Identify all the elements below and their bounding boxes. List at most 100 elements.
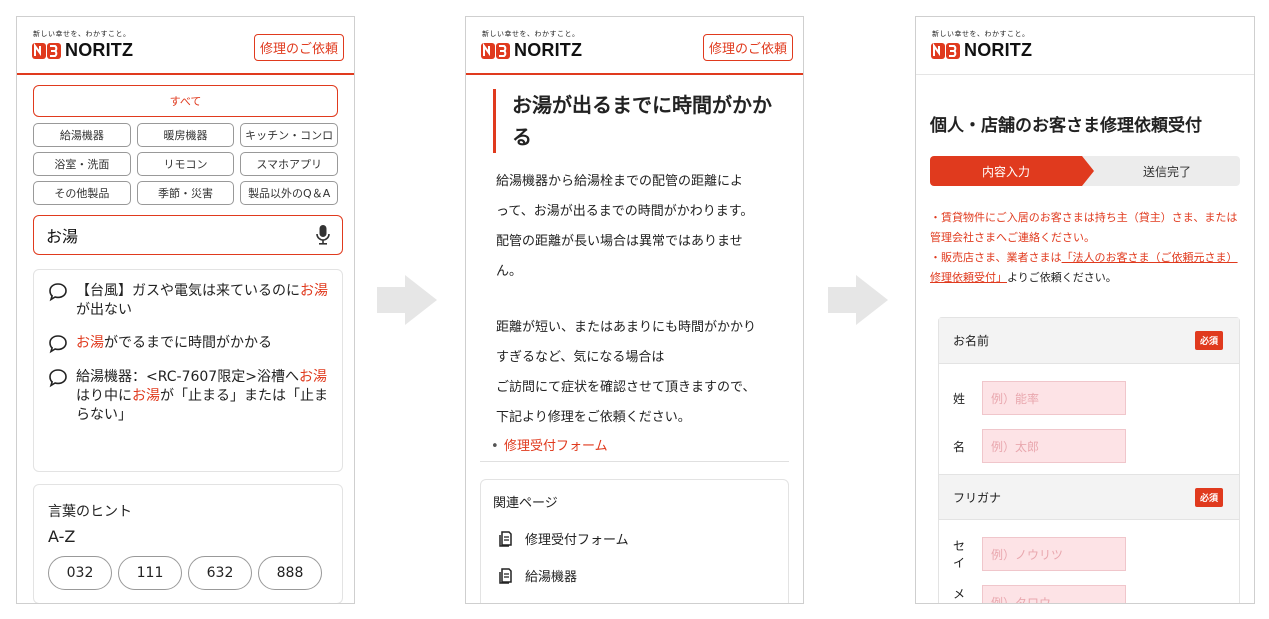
hint-subtitle: A-Z	[48, 527, 76, 546]
suggestion-highlight: お湯	[298, 369, 327, 385]
kana-label: フリガナ	[953, 490, 1002, 505]
answer-line: ご訪問にて症状を確認させて頂きますので、	[496, 380, 756, 395]
search-input[interactable]: お湯	[33, 215, 343, 255]
notice-dealer: ・販売店さま、業者さまは「法人のお客さま（ご依頼元さま）修理依頼受付」よりご依頼…	[930, 248, 1240, 288]
step-current: 内容入力	[930, 156, 1094, 186]
hint-number-button[interactable]: 888	[258, 556, 322, 590]
category-button[interactable]: スマホアプリ	[240, 152, 338, 176]
step-next: 送信完了	[1082, 156, 1240, 186]
answer-line: 距離が短い、またはあまりにも時間がかかり	[496, 320, 757, 335]
sei-kana-label: セイ	[953, 539, 966, 570]
noritz-logo-icon	[481, 42, 510, 59]
notice-text: ・販売店さま、業者さまは	[930, 251, 1062, 264]
category-button[interactable]: 製品以外のQ＆A	[240, 181, 338, 205]
hint-number-list: 032 111 632 888	[48, 556, 328, 590]
noritz-logo[interactable]: NORITZ	[481, 40, 582, 61]
answer-line: って、お湯が出るまでの時間がかわります。	[496, 204, 754, 219]
suggestion-list: 【台風】ガスや電気は来ているのにお湯が出ない お湯がでるまでに時間がかかる 給湯…	[33, 269, 343, 472]
noritz-logo[interactable]: NORITZ	[931, 40, 1032, 61]
answer-title: お湯が出るまでに時間がかかる	[493, 89, 783, 153]
flow-arrow-icon	[828, 275, 888, 325]
repair-form-link[interactable]: 修理受付フォーム	[491, 433, 803, 461]
brand-name: NORITZ	[964, 40, 1033, 60]
site-header: 新しい幸せを、わかすこと。 NORITZ	[916, 17, 1254, 75]
sei-kana-row: セイ 例）ノウリツ	[939, 530, 1239, 578]
sei-label: 姓	[953, 391, 966, 406]
site-header: 新しい幸せを、わかすこと。 NORITZ 修理のご依頼	[17, 17, 354, 75]
answer-line: ん。	[496, 264, 523, 279]
screen-search: 新しい幸せを、わかすこと。 NORITZ 修理のご依頼 すべて 給湯機器 暖房機…	[16, 16, 355, 604]
mei-label: 名	[953, 439, 966, 454]
category-all-button[interactable]: すべて	[33, 85, 338, 117]
form-title: 個人・店舗のお客さま修理依頼受付	[930, 116, 1202, 136]
noritz-logo[interactable]: NORITZ	[32, 40, 133, 61]
suggestion-highlight: お湯	[300, 283, 328, 299]
category-button[interactable]: リモコン	[136, 152, 235, 176]
name-form: お名前 必須 姓 例）能率 名 例）太郎 フリガナ 必須 セイ 例）ノウリツ メ…	[938, 317, 1240, 603]
answer-body: 給湯機器から給湯栓までの配管の距離によ って、お湯が出るまでの時間がかわります。…	[496, 167, 787, 433]
mei-kana-label: メイ	[953, 587, 966, 601]
brand-name: NORITZ	[514, 40, 583, 60]
suggestion-text: がでるまでに時間がかかる	[104, 335, 272, 351]
category-button[interactable]: キッチン・コンロ	[240, 123, 338, 147]
related-link[interactable]: 修理受付フォーム	[493, 529, 776, 548]
related-pages: 関連ページ 修理受付フォーム 給湯機器	[480, 479, 789, 603]
brand-name: NORITZ	[65, 40, 134, 60]
notice-text: よりご依頼ください。	[1007, 271, 1117, 284]
category-button[interactable]: 浴室・洗面	[33, 152, 131, 176]
suggestion-item[interactable]: お湯がでるまでに時間がかかる	[48, 334, 328, 354]
mei-input[interactable]: 例）太郎	[982, 429, 1126, 463]
answer-line: 給湯機器から給湯栓までの配管の距離によ	[496, 174, 744, 189]
suggestion-highlight: お湯	[76, 335, 104, 351]
category-button[interactable]: 給湯機器	[33, 123, 131, 147]
word-hint-panel: 言葉のヒント A-Z 032 111 632 888	[33, 484, 343, 603]
speech-bubble-icon	[49, 283, 67, 302]
speech-bubble-icon	[49, 369, 67, 388]
sei-kana-input[interactable]: 例）ノウリツ	[982, 537, 1126, 571]
category-button[interactable]: その他製品	[33, 181, 131, 205]
brand-tagline: 新しい幸せを、わかすこと。	[33, 30, 131, 38]
repair-request-button[interactable]: 修理のご依頼	[702, 34, 793, 61]
noritz-logo-icon	[931, 42, 960, 59]
microphone-icon[interactable]	[316, 225, 330, 245]
suggestion-item[interactable]: 給湯機器：<RC-7607限定>浴槽へお湯はり中にお湯が「止まる」または「止まら…	[48, 368, 328, 425]
speech-bubble-icon	[49, 335, 67, 354]
suggestion-text: が出ない	[76, 302, 132, 318]
search-query: お湯	[46, 227, 79, 246]
category-button[interactable]: 季節・災害	[136, 181, 235, 205]
related-link-label: 給湯機器	[525, 570, 578, 585]
sei-row: 姓 例）能率	[939, 374, 1239, 422]
hint-number-button[interactable]: 032	[48, 556, 112, 590]
document-icon	[499, 530, 512, 547]
flow-arrow-icon	[377, 275, 437, 325]
mei-row: 名 例）太郎	[939, 422, 1239, 470]
category-button[interactable]: 暖房機器	[136, 123, 235, 147]
name-section-header: お名前 必須	[939, 318, 1239, 364]
brand-tagline: 新しい幸せを、わかすこと。	[482, 30, 580, 38]
related-link-label: 修理受付フォーム	[525, 533, 629, 548]
noritz-logo-icon	[32, 42, 61, 59]
progress-steps: 内容入力 送信完了	[930, 156, 1240, 186]
name-label: お名前	[953, 334, 990, 348]
screen-answer: 新しい幸せを、わかすこと。 NORITZ 修理のご依頼 お湯が出るまでに時間がか…	[465, 16, 804, 604]
hint-title: 言葉のヒント	[48, 504, 132, 520]
mei-kana-input[interactable]: 例）タロウ	[982, 585, 1126, 603]
hint-number-button[interactable]: 632	[188, 556, 252, 590]
suggestion-item[interactable]: 【台風】ガスや電気は来ているのにお湯が出ない	[48, 282, 328, 320]
hint-number-button[interactable]: 111	[118, 556, 182, 590]
suggestion-highlight: お湯	[132, 388, 160, 404]
sei-input[interactable]: 例）能率	[982, 381, 1126, 415]
related-link[interactable]: 給湯機器	[493, 566, 776, 585]
document-icon	[499, 567, 512, 584]
suggestion-text: はり中に	[76, 388, 132, 404]
answer-line: すぎるなど、気になる場合は	[496, 350, 665, 365]
mei-kana-row: メイ 例）タロウ	[939, 578, 1239, 603]
notice-rental: ・賃貸物件にご入居のお客さまは持ち主（貸主）さま、または管理会社さまへご連絡くだ…	[930, 211, 1238, 244]
related-title: 関連ページ	[493, 496, 558, 511]
required-badge: 必須	[1194, 331, 1223, 350]
divider	[480, 461, 789, 462]
category-grid: 給湯機器 暖房機器 キッチン・コンロ 浴室・洗面 リモコン スマホアプリ その他…	[33, 123, 338, 205]
repair-request-button[interactable]: 修理のご依頼	[253, 34, 344, 61]
screen-repair-form: 新しい幸せを、わかすこと。 NORITZ 個人・店舗のお客さま修理依頼受付 内容…	[915, 16, 1255, 604]
brand-tagline: 新しい幸せを、わかすこと。	[932, 30, 1030, 38]
